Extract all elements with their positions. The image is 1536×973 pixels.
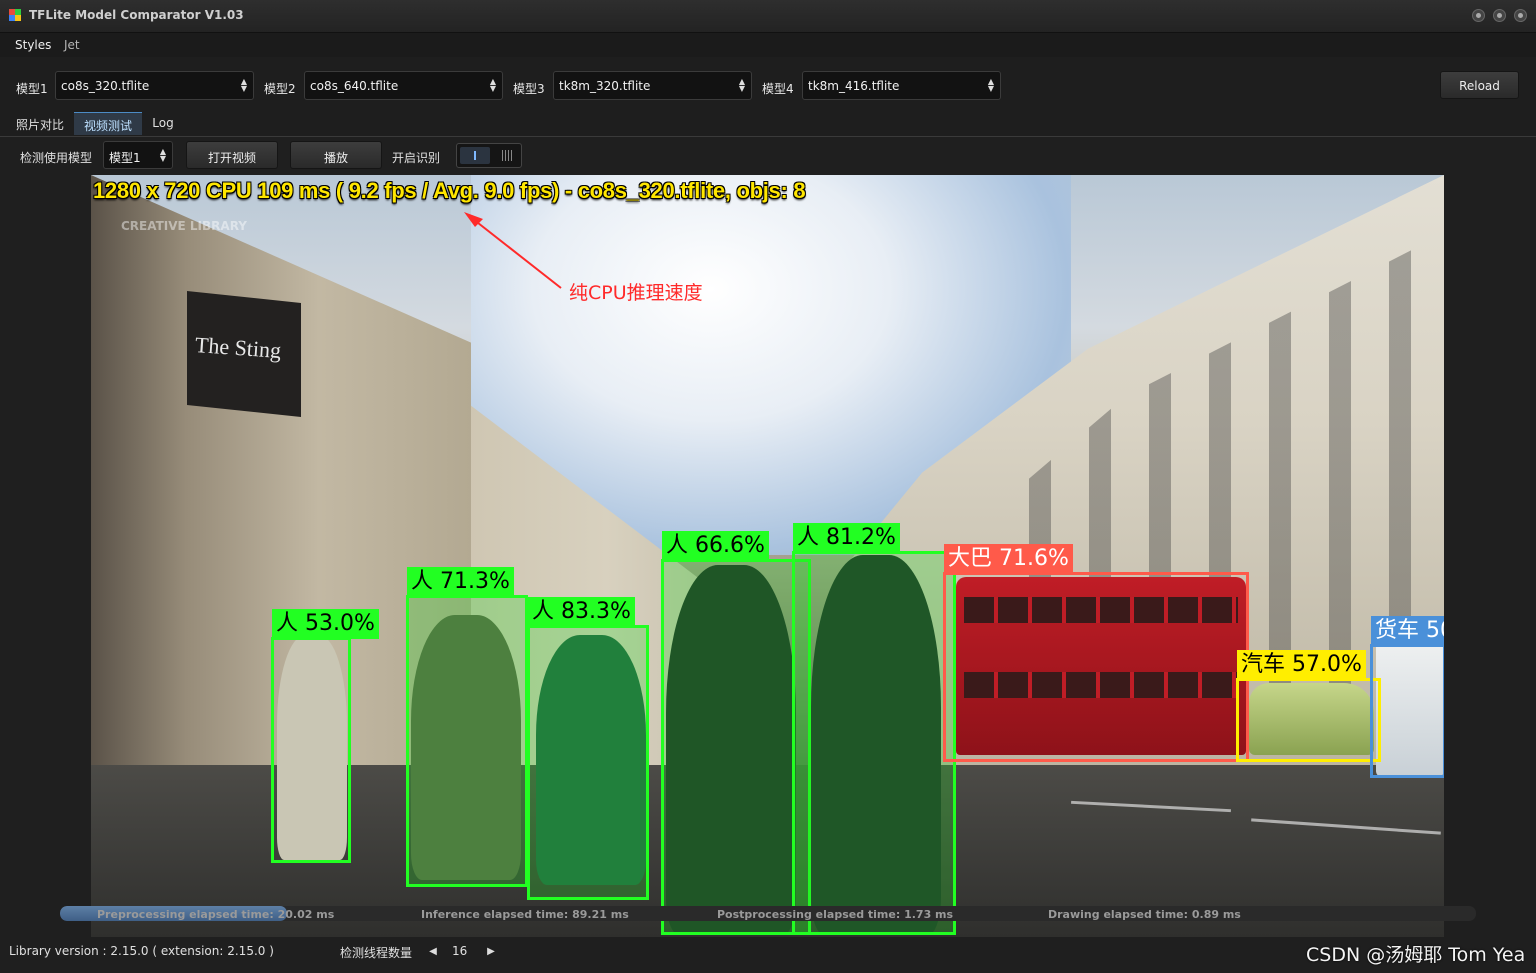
toggle-grip-icon — [502, 150, 514, 161]
model2-value: co8s_640.tflite — [310, 79, 399, 93]
spin-arrows-icon: ▲ ▼ — [240, 77, 247, 93]
model2-label: 模型2 — [264, 82, 296, 96]
library-version: Library version : 2.15.0 ( extension: 2.… — [9, 944, 274, 958]
detect-model-value: 模型1 — [109, 151, 141, 165]
drawing-time: Drawing elapsed time: 0.89 ms — [1048, 908, 1241, 921]
detection-truck: 货车 50 — [1370, 616, 1444, 778]
inference-time: Inference elapsed time: 89.21 ms — [421, 908, 629, 921]
spin-arrows-icon: ▲ ▼ — [489, 77, 496, 93]
detection-label: 大巴 71.6% — [944, 544, 1073, 574]
video-frame: The Sting CREATIVE LIBRARY 人 53.0% 人 71.… — [91, 175, 1444, 937]
model3-select[interactable]: tk8m_320.tflite ▲ ▼ — [553, 71, 752, 100]
model4-value: tk8m_416.tflite — [808, 79, 900, 93]
threads-label: 检测线程数量 — [340, 946, 413, 960]
tab-video-test[interactable]: 视频测试 — [74, 112, 142, 135]
detection-label: 人 66.6% — [662, 531, 769, 561]
title-bar: TFLite Model Comparator V1.03 — [0, 0, 1536, 33]
app-icon-cell-4 — [15, 15, 21, 21]
open-video-button[interactable]: 打开视频 — [186, 141, 278, 169]
tab-bar: 照片对比 视频测试 Log — [0, 112, 1536, 136]
model1-label: 模型1 — [16, 82, 48, 96]
minimize-button[interactable] — [1472, 9, 1485, 22]
detection-label: 人 53.0% — [272, 609, 379, 639]
detection-person-4: 人 66.6% — [661, 531, 811, 935]
detection-label: 人 71.3% — [407, 567, 514, 597]
window-title: TFLite Model Comparator V1.03 — [29, 8, 244, 22]
detection-bus: 大巴 71.6% — [943, 544, 1249, 762]
threads-stepper: ◀ 16 ▶ — [424, 940, 504, 964]
detection-label: 人 81.2% — [793, 523, 900, 553]
decrement-threads-button[interactable]: ◀ — [424, 940, 442, 964]
model4-label: 模型4 — [762, 82, 794, 96]
model4-select[interactable]: tk8m_416.tflite ▲ ▼ — [802, 71, 1001, 100]
spin-arrows-icon: ▲ ▼ — [987, 77, 994, 93]
maximize-button[interactable] — [1493, 9, 1506, 22]
tab-log[interactable]: Log — [144, 112, 182, 135]
tab-photo-compare[interactable]: 照片对比 — [8, 112, 72, 135]
enable-detect-label: 开启识别 — [392, 151, 441, 165]
model1-select[interactable]: co8s_320.tflite ▲ ▼ — [55, 71, 254, 100]
model3-value: tk8m_320.tflite — [559, 79, 651, 93]
app-icon — [9, 9, 21, 21]
spin-arrows-icon: ▲ ▼ — [159, 147, 166, 163]
model2-select[interactable]: co8s_640.tflite ▲ ▼ — [304, 71, 503, 100]
increment-threads-button[interactable]: ▶ — [482, 940, 500, 964]
model1-value: co8s_320.tflite — [61, 79, 150, 93]
detection-label: 人 83.3% — [528, 597, 635, 627]
model-selector-row: 模型1 co8s_320.tflite ▲ ▼ 模型2 co8s_640.tfli… — [0, 60, 1536, 110]
detection-label: 汽车 57.0% — [1237, 650, 1366, 680]
postprocessing-time: Postprocessing elapsed time: 1.73 ms — [717, 908, 954, 921]
preprocessing-time: Preprocessing elapsed time: 20.02 ms — [97, 908, 335, 921]
annotation-arrow-icon — [464, 212, 562, 289]
model3-label: 模型3 — [513, 82, 545, 96]
menu-jet[interactable]: Jet — [64, 38, 80, 52]
close-button[interactable] — [1514, 9, 1527, 22]
play-button[interactable]: 播放 — [290, 141, 382, 169]
reload-button[interactable]: Reload — [1440, 71, 1519, 99]
detection-person-5: 人 81.2% — [792, 523, 956, 935]
detection-person-3: 人 83.3% — [527, 597, 649, 900]
detect-model-select[interactable]: 模型1 ▲ ▼ — [103, 141, 173, 169]
menu-bar: Styles Jet — [0, 33, 1536, 57]
detection-car: 汽车 57.0% — [1236, 650, 1381, 762]
annotation-text: 纯CPU推理速度 — [569, 282, 703, 304]
detection-label: 货车 50 — [1371, 616, 1444, 646]
detection-person-1: 人 53.0% — [271, 609, 379, 863]
threads-value: 16 — [452, 944, 468, 958]
csdn-watermark: CSDN @汤姆耶 Tom Yea — [1306, 944, 1526, 966]
enable-detect-toggle[interactable] — [456, 143, 522, 168]
menu-styles[interactable]: Styles — [15, 38, 51, 52]
detection-person-2: 人 71.3% — [406, 567, 528, 887]
detect-model-label: 检测使用模型 — [20, 151, 93, 165]
spin-arrows-icon: ▲ ▼ — [738, 77, 745, 93]
toggle-knob — [460, 147, 490, 164]
